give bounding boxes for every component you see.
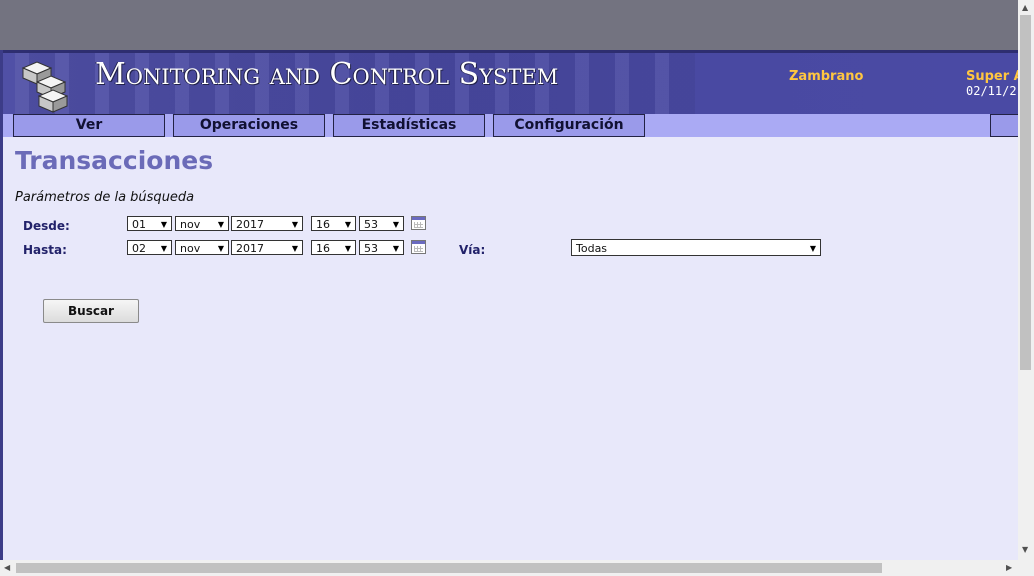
search-params-heading: Parámetros de la búsqueda bbox=[15, 190, 195, 205]
header-banner: Monitoring and Control System Zambrano S… bbox=[3, 50, 1018, 114]
scroll-left-arrow-icon[interactable]: ◀ bbox=[4, 563, 10, 572]
current-date: 02/11/2 bbox=[966, 84, 1017, 98]
scroll-up-arrow-icon[interactable]: ▲ bbox=[1022, 3, 1028, 12]
dropdown-arrow-icon: ▼ bbox=[344, 220, 351, 229]
dropdown-arrow-icon: ▼ bbox=[291, 220, 298, 229]
scroll-right-arrow-icon[interactable]: ▶ bbox=[1006, 563, 1012, 572]
calendar-icon[interactable] bbox=[411, 240, 426, 254]
desde-month-value: nov bbox=[180, 218, 201, 231]
hasta-year-select[interactable]: 2017 ▼ bbox=[231, 240, 303, 255]
desde-year-select[interactable]: 2017 ▼ bbox=[231, 216, 303, 231]
desde-label: Desde: bbox=[23, 219, 70, 233]
hasta-day-value: 02 bbox=[132, 242, 146, 255]
dropdown-arrow-icon: ▼ bbox=[392, 244, 399, 253]
horizontal-scroll-thumb[interactable] bbox=[16, 563, 882, 573]
dropdown-arrow-icon: ▼ bbox=[160, 244, 167, 253]
desde-day-value: 01 bbox=[132, 218, 146, 231]
desde-minute-select[interactable]: 53 ▼ bbox=[359, 216, 404, 231]
hasta-hour-select[interactable]: 16 ▼ bbox=[311, 240, 356, 255]
menu-configuracion[interactable]: Configuración bbox=[493, 114, 645, 137]
main-menu-bar: Ver Operaciones Estadísticas Configuraci… bbox=[3, 114, 1022, 137]
scroll-down-arrow-icon[interactable]: ▼ bbox=[1022, 545, 1028, 554]
dropdown-arrow-icon: ▼ bbox=[392, 220, 399, 229]
desde-year-value: 2017 bbox=[236, 218, 264, 231]
hasta-hour-value: 16 bbox=[316, 242, 330, 255]
menu-ver[interactable]: Ver bbox=[13, 114, 165, 137]
dropdown-arrow-icon: ▼ bbox=[217, 244, 224, 253]
page-title: Transacciones bbox=[15, 146, 214, 175]
hasta-minute-value: 53 bbox=[364, 242, 378, 255]
desde-hour-select[interactable]: 16 ▼ bbox=[311, 216, 356, 231]
user-name: Zambrano bbox=[789, 69, 864, 84]
menu-estadisticas[interactable]: Estadísticas bbox=[333, 114, 485, 137]
hasta-label: Hasta: bbox=[23, 243, 67, 257]
desde-day-select[interactable]: 01 ▼ bbox=[127, 216, 172, 231]
desde-hour-value: 16 bbox=[316, 218, 330, 231]
hasta-minute-select[interactable]: 53 ▼ bbox=[359, 240, 404, 255]
dropdown-arrow-icon: ▼ bbox=[291, 244, 298, 253]
via-value: Todas bbox=[576, 242, 608, 255]
dropdown-arrow-icon: ▼ bbox=[217, 220, 224, 229]
desde-month-select[interactable]: nov ▼ bbox=[175, 216, 229, 231]
search-button[interactable]: Buscar bbox=[43, 299, 139, 323]
app-title: Monitoring and Control System bbox=[95, 57, 559, 92]
vertical-scroll-thumb[interactable] bbox=[1020, 15, 1031, 370]
hasta-day-select[interactable]: 02 ▼ bbox=[127, 240, 172, 255]
menu-operaciones[interactable]: Operaciones bbox=[173, 114, 325, 137]
desde-minute-value: 53 bbox=[364, 218, 378, 231]
scrollbar-corner bbox=[1018, 560, 1034, 576]
via-label: Vía: bbox=[459, 243, 486, 257]
hasta-year-value: 2017 bbox=[236, 242, 264, 255]
hasta-month-select[interactable]: nov ▼ bbox=[175, 240, 229, 255]
logo-cubes-icon bbox=[21, 61, 69, 113]
dropdown-arrow-icon: ▼ bbox=[160, 220, 167, 229]
dropdown-arrow-icon: ▼ bbox=[809, 244, 816, 253]
dropdown-arrow-icon: ▼ bbox=[344, 244, 351, 253]
user-role: Super A bbox=[966, 69, 1018, 84]
calendar-icon[interactable] bbox=[411, 216, 426, 230]
via-select[interactable]: Todas ▼ bbox=[571, 239, 821, 256]
browser-top-area bbox=[0, 0, 1018, 50]
hasta-month-value: nov bbox=[180, 242, 201, 255]
